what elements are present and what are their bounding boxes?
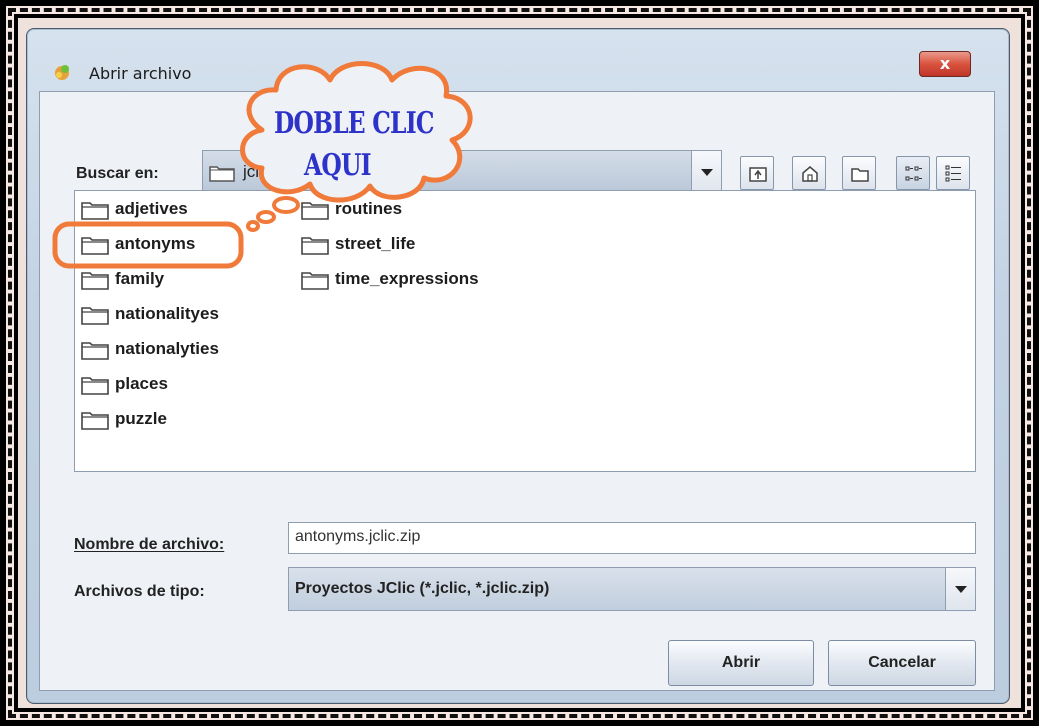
file-list-item[interactable]: places <box>81 373 291 397</box>
close-button[interactable]: x <box>919 51 971 77</box>
file-name-input[interactable]: antonyms.jclic.zip <box>288 522 976 554</box>
details-view-button[interactable] <box>936 156 970 190</box>
annotation-text-line2: AQUI <box>304 148 372 183</box>
file-name: places <box>115 374 168 393</box>
file-list-item[interactable]: nationalityes <box>81 303 291 327</box>
file-list-item[interactable]: puzzle <box>81 408 291 432</box>
file-type-combo[interactable]: Proyectos JClic (*.jclic, *.jclic.zip) <box>288 567 976 611</box>
file-name: nationalyties <box>115 339 219 358</box>
file-name: street_life <box>335 234 416 253</box>
file-type-dropdown-arrow[interactable] <box>945 568 975 610</box>
folder-icon <box>81 307 109 325</box>
folder-icon <box>301 202 329 220</box>
file-list-item[interactable]: street_life <box>301 233 511 257</box>
file-list[interactable]: adjetives antonyms family nationalityes nati… <box>74 190 976 472</box>
folder-icon <box>81 272 109 290</box>
folder-icon <box>81 377 109 395</box>
open-file-dialog: Abrir archivo x Buscar en: jclic adjetiv… <box>26 28 1010 704</box>
close-icon: x <box>939 54 951 73</box>
list-view-icon <box>905 166 922 181</box>
file-name: time_expressions <box>335 269 479 288</box>
file-list-item[interactable]: family <box>81 268 291 292</box>
new-folder-button[interactable] <box>842 156 876 190</box>
look-in-value: jclic <box>243 162 272 181</box>
details-view-icon <box>945 165 961 182</box>
file-name: routines <box>335 199 403 218</box>
folder-icon <box>81 202 109 220</box>
file-list-item[interactable]: adjetives <box>81 198 291 222</box>
file-type-value: Proyectos JClic (*.jclic, *.jclic.zip) <box>295 580 550 597</box>
up-folder-icon <box>749 167 767 182</box>
dialog-client-area: Buscar en: jclic adjetives antonyms fami… <box>39 91 995 691</box>
look-in-dropdown-arrow[interactable] <box>691 151 721 193</box>
file-list-item[interactable]: routines <box>301 198 511 222</box>
up-folder-button[interactable] <box>740 156 774 190</box>
file-name: nationalityes <box>115 304 219 323</box>
look-in-label: Buscar en: <box>76 165 159 182</box>
window-title: Abrir archivo <box>89 64 192 83</box>
folder-icon <box>81 342 109 360</box>
folder-icon <box>301 237 329 255</box>
annotation-text-line1: DOBLE CLIC <box>274 106 435 141</box>
look-in-combo[interactable]: jclic <box>202 150 722 194</box>
jclic-app-icon <box>55 65 69 80</box>
file-name: antonyms <box>115 234 196 253</box>
folder-icon <box>301 272 329 290</box>
home-icon <box>802 166 818 182</box>
file-list-item[interactable]: time_expressions <box>301 268 511 292</box>
file-list-item[interactable]: nationalyties <box>81 338 291 362</box>
title-bar: Abrir archivo x <box>27 29 1009 87</box>
file-name: adjetives <box>115 199 188 218</box>
file-type-label: Archivos de tipo: <box>74 583 205 600</box>
open-button[interactable]: Abrir <box>668 640 814 686</box>
file-list-item[interactable]: antonyms <box>81 233 291 257</box>
folder-icon <box>81 237 109 255</box>
cancel-button[interactable]: Cancelar <box>828 640 976 686</box>
home-button[interactable] <box>792 156 826 190</box>
folder-icon <box>81 412 109 430</box>
new-folder-icon <box>851 168 869 182</box>
list-view-button[interactable] <box>896 156 930 190</box>
folder-icon <box>209 166 235 182</box>
file-name: family <box>115 269 165 288</box>
file-name: puzzle <box>115 409 167 428</box>
file-name-label: Nombre de archivo: <box>74 536 225 553</box>
